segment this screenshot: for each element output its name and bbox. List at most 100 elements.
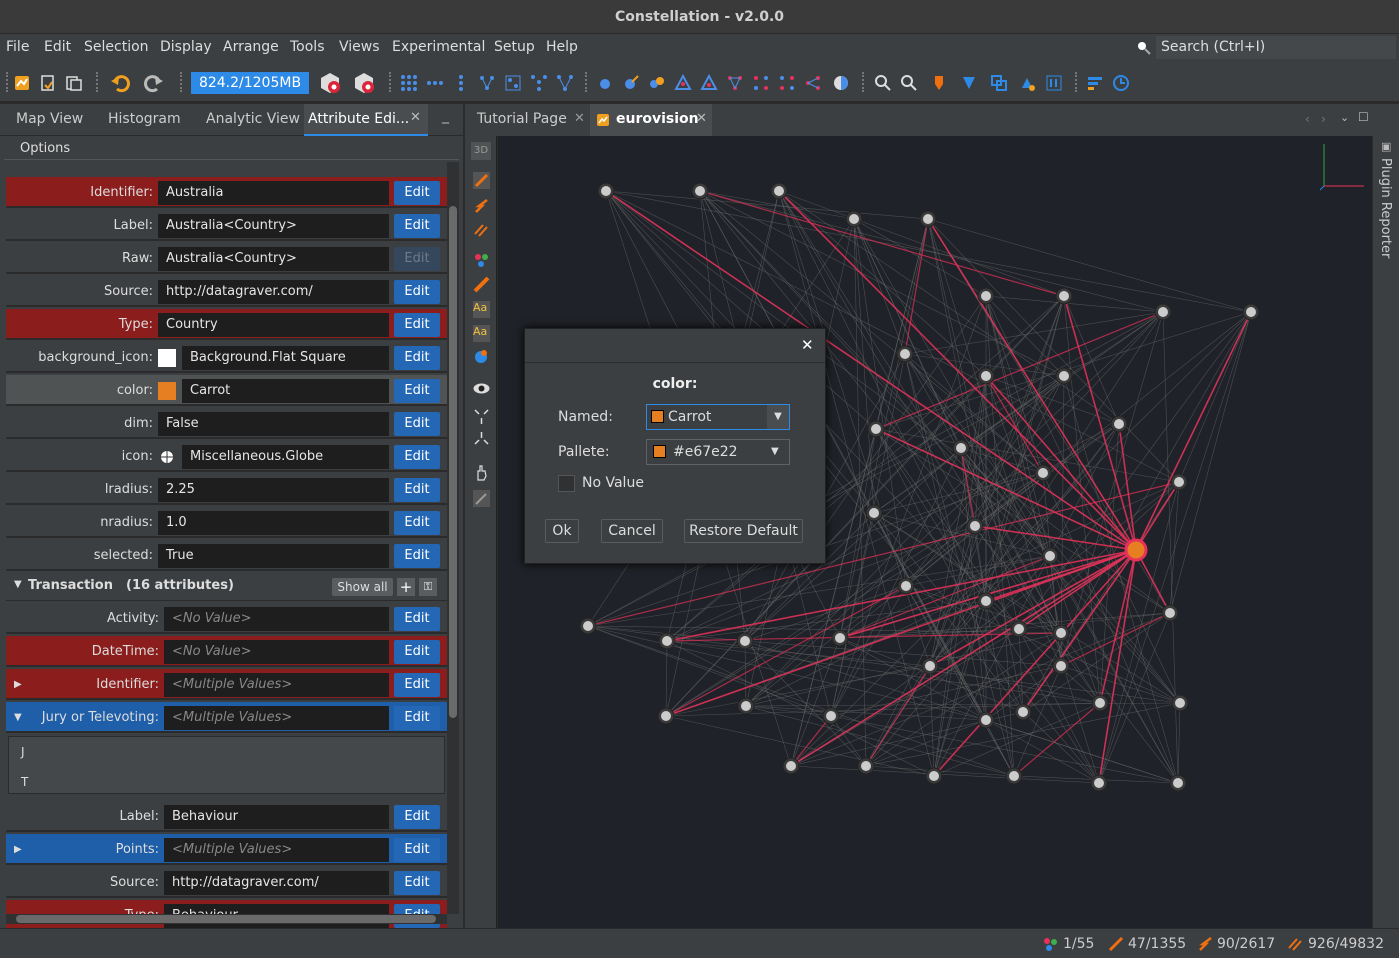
graph-node[interactable] bbox=[1055, 367, 1073, 385]
half-moon-icon[interactable] bbox=[832, 74, 850, 92]
menu-help[interactable]: Help bbox=[546, 39, 578, 55]
graph-node[interactable] bbox=[1090, 774, 1108, 792]
menu-file[interactable]: File bbox=[6, 39, 29, 55]
attribute-row[interactable]: background_icon: Background.Flat Square Ed… bbox=[6, 342, 447, 373]
attribute-value[interactable]: True bbox=[158, 544, 389, 568]
graph-node[interactable] bbox=[1110, 415, 1128, 433]
composite-icon[interactable] bbox=[674, 74, 692, 92]
label-icon[interactable]: Aa bbox=[473, 301, 490, 318]
graph-node[interactable] bbox=[1161, 604, 1179, 622]
graph-node[interactable] bbox=[867, 420, 885, 438]
horizontal-scrollbar[interactable] bbox=[6, 914, 447, 924]
menu-display[interactable]: Display bbox=[160, 39, 212, 55]
attribute-value[interactable]: Australia<Country> bbox=[158, 214, 389, 238]
graph-node[interactable] bbox=[952, 439, 970, 457]
graph-node[interactable] bbox=[977, 711, 995, 729]
draw-edges-icon[interactable] bbox=[473, 172, 490, 189]
graph-node[interactable] bbox=[822, 707, 840, 725]
attribute-row[interactable]: Source: http://datagraver.com/Edit bbox=[6, 867, 447, 898]
restore-default-button[interactable]: Restore Default bbox=[684, 519, 803, 543]
menu-setup[interactable]: Setup bbox=[494, 39, 535, 55]
chevron-down-icon[interactable]: ▼ bbox=[767, 405, 789, 429]
draw-links-icon[interactable] bbox=[473, 198, 490, 215]
graph-node[interactable] bbox=[845, 210, 863, 228]
close-icon[interactable]: ✕ bbox=[801, 336, 814, 354]
graph-node[interactable] bbox=[921, 657, 939, 675]
close-icon[interactable]: ✕ bbox=[696, 111, 707, 126]
chevron-down-icon[interactable]: ▼ bbox=[14, 712, 22, 723]
palette-color-select[interactable]: #e67e22 ▼ bbox=[646, 439, 790, 465]
tab-eurovision[interactable]: eurovision ✕ bbox=[590, 104, 712, 136]
tab-histogram[interactable]: Histogram bbox=[108, 111, 181, 127]
graph-node[interactable] bbox=[1010, 620, 1028, 638]
graph-node[interactable] bbox=[1034, 464, 1052, 482]
graph-node[interactable] bbox=[691, 182, 709, 200]
edit-button[interactable]: Edit bbox=[394, 346, 440, 370]
attribute-value[interactable]: Australia bbox=[158, 181, 389, 205]
attribute-row[interactable]: Label: Australia<Country> Edit bbox=[6, 210, 447, 241]
chevron-right-icon[interactable]: ▶ bbox=[14, 844, 22, 855]
attribute-row[interactable]: ▶ Points: <Multiple Values> Edit bbox=[6, 834, 447, 865]
clock-icon[interactable] bbox=[1112, 74, 1130, 92]
attribute-value[interactable]: http://datagraver.com/ bbox=[164, 871, 389, 895]
add-transaction-icon[interactable] bbox=[622, 74, 640, 92]
attribute-row[interactable]: dim: False Edit bbox=[6, 408, 447, 439]
chevron-down-icon[interactable]: ⌄ bbox=[1340, 111, 1349, 124]
tab-attribute-editor[interactable]: Attribute Edi... ✕ bbox=[304, 104, 428, 136]
tab-map-view[interactable]: Map View bbox=[16, 111, 83, 127]
tree-arrange-icon[interactable] bbox=[478, 74, 496, 92]
graph-node[interactable] bbox=[865, 504, 883, 522]
graph-node[interactable] bbox=[770, 182, 788, 200]
merge-icon[interactable] bbox=[648, 74, 666, 92]
no-value-checkbox[interactable] bbox=[558, 475, 575, 492]
graph-node[interactable] bbox=[1041, 547, 1059, 565]
line-vertical-icon[interactable] bbox=[452, 74, 470, 92]
edit-button[interactable]: Edit bbox=[394, 247, 440, 271]
attribute-row[interactable]: Label: Behaviour Edit bbox=[6, 801, 447, 832]
attribute-value[interactable]: Background.Flat Square bbox=[182, 346, 389, 370]
chevron-right-icon[interactable]: ▶ bbox=[14, 679, 22, 690]
attribute-row[interactable]: Raw: Australia<Country> Edit bbox=[6, 243, 447, 274]
edit-button[interactable]: Edit bbox=[394, 640, 440, 664]
graph-node[interactable] bbox=[1014, 703, 1032, 721]
attribute-row[interactable]: Identifier: Australia Edit bbox=[6, 177, 447, 208]
cancel-button[interactable]: Cancel bbox=[601, 519, 663, 543]
attribute-row[interactable]: selected: True Edit bbox=[6, 540, 447, 571]
bubble-tree-icon[interactable] bbox=[530, 74, 548, 92]
vertical-scrollbar[interactable] bbox=[447, 162, 459, 914]
scroll-thumb[interactable] bbox=[449, 206, 457, 718]
zoom-fit-icon[interactable] bbox=[874, 74, 892, 92]
attribute-value[interactable]: Country bbox=[158, 313, 389, 337]
named-color-select[interactable]: Carrot ▼ bbox=[646, 404, 790, 430]
hierarchy-icon[interactable] bbox=[504, 74, 522, 92]
options-header[interactable]: Options bbox=[4, 138, 459, 160]
key-icon[interactable]: ⚿ bbox=[419, 578, 437, 596]
link-icon[interactable] bbox=[726, 74, 744, 92]
label-transactions-icon[interactable]: Aa bbox=[473, 325, 490, 342]
ok-button[interactable]: Ok bbox=[545, 519, 579, 543]
edit-button[interactable]: Edit bbox=[394, 673, 440, 697]
graph-node[interactable] bbox=[658, 632, 676, 650]
graph-node[interactable] bbox=[1154, 303, 1172, 321]
run-plugin-icon[interactable] bbox=[352, 71, 376, 95]
edit-button[interactable]: Edit bbox=[394, 706, 440, 730]
pause-icon[interactable] bbox=[1045, 74, 1063, 92]
expand-icon[interactable] bbox=[473, 408, 490, 448]
draw-transactions-icon[interactable] bbox=[473, 222, 490, 239]
select-plugin-icon[interactable] bbox=[318, 71, 342, 95]
tab-tutorial-page[interactable]: Tutorial Page bbox=[477, 111, 567, 127]
composite-expand-icon[interactable] bbox=[700, 74, 718, 92]
graph-node[interactable] bbox=[966, 517, 984, 535]
show-all-button[interactable]: Show all bbox=[332, 578, 393, 596]
chevron-down-icon[interactable]: ▼ bbox=[14, 579, 22, 590]
edit-button[interactable]: Edit bbox=[394, 445, 440, 469]
add-node-icon[interactable] bbox=[596, 74, 614, 92]
graph-node[interactable] bbox=[1052, 624, 1070, 642]
close-icon[interactable]: ✕ bbox=[574, 111, 585, 126]
attribute-value[interactable]: <No Value> bbox=[164, 640, 389, 664]
graph-node[interactable] bbox=[1055, 287, 1073, 305]
attribute-row[interactable]: ▶ Identifier: <Multiple Values> Edit bbox=[6, 669, 447, 700]
copy-layer-icon[interactable] bbox=[990, 74, 1008, 92]
open-icon[interactable] bbox=[39, 74, 57, 92]
graph-node[interactable] bbox=[919, 210, 937, 228]
